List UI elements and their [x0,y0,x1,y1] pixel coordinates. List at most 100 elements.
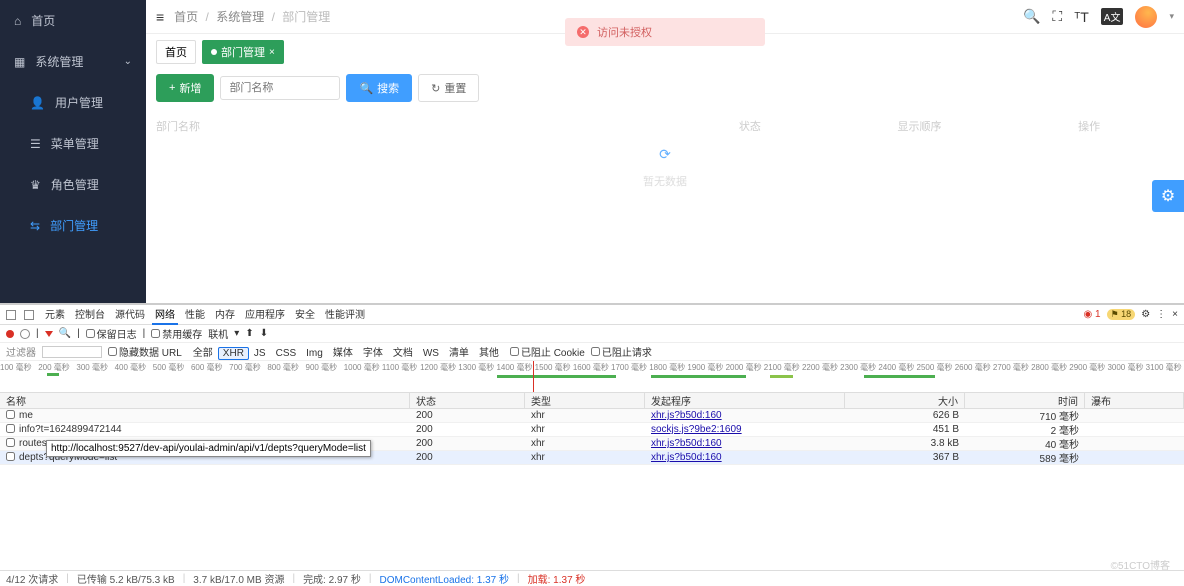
col-waterfall[interactable]: 瀑布 [1085,393,1184,408]
row-checkbox[interactable] [6,438,15,447]
more-icon[interactable]: ⋮ [1156,309,1166,320]
type-filter[interactable]: 文档 [388,347,418,360]
error-count-icon[interactable]: ◉ 1 [1084,309,1101,320]
sidebar-item-dept[interactable]: ⇆部门管理 [0,205,146,246]
type-filter[interactable]: Img [301,347,328,360]
settings-fab[interactable]: ⚙ [1152,180,1184,212]
reset-button[interactable]: ↻重置 [418,74,479,102]
devtools-header: 元素控制台源代码网络性能内存应用程序安全性能评测 ◉ 1 ⚑ 18 ⚙ ⋮ × [0,305,1184,325]
sidebar-item-menus[interactable]: ☰菜单管理 [0,123,146,164]
lang-icon[interactable]: A文 [1101,8,1124,25]
type-filter[interactable]: JS [249,347,271,360]
type-filter[interactable]: 全部 [188,347,218,360]
error-icon: ✕ [577,26,589,38]
clear-icon[interactable] [20,329,30,339]
issue-badge[interactable]: ⚑ 18 [1107,309,1136,320]
type-filter[interactable]: 媒体 [328,347,358,360]
search-label: 搜索 [377,80,399,96]
disable-cache-checkbox[interactable]: 禁用缓存 [151,326,202,341]
devtools-tab[interactable]: 应用程序 [242,304,288,325]
sidebar-item-label: 部门管理 [50,217,98,234]
tab-dept[interactable]: 部门管理 × [202,40,284,64]
col-size[interactable]: 大小 [845,393,965,408]
col-name[interactable]: 名称 [0,393,410,408]
dept-name-input[interactable] [220,76,340,100]
chevron-down-icon: ⌄ [124,56,132,67]
device-icon[interactable] [24,310,34,320]
col-status[interactable]: 状态 [410,393,525,408]
search-icon[interactable]: 🔍 [59,328,71,339]
record-icon[interactable] [6,330,14,338]
type-filter[interactable]: CSS [271,347,302,360]
network-columns: 名称 状态 类型 发起程序 大小 时间 瀑布 [0,393,1184,409]
type-filter[interactable]: WS [418,347,444,360]
type-filter[interactable]: XHR [218,347,249,360]
data-table: 部门名称 状态 显示顺序 操作 ⟳ 暂无数据 [146,110,1184,303]
type-filter[interactable]: 其他 [474,347,504,360]
search-button[interactable]: 🔍搜索 [346,74,412,102]
status-requests: 4/12 次请求 [6,571,58,586]
blocked-req-checkbox[interactable]: 已阻止请求 [591,344,652,359]
avatar[interactable] [1135,6,1157,28]
filter-icon[interactable] [45,331,53,337]
network-row[interactable]: info?t=1624899472144200xhrsockjs.js?9be2… [0,423,1184,437]
sidebar-system[interactable]: ▦ 系统管理 ⌄ [0,41,146,82]
empty-text: 暂无数据 [156,173,1174,189]
status-transferred: 已传输 5.2 kB/75.3 kB [77,571,175,586]
hide-data-url-checkbox[interactable]: 隐藏数据 URL [108,344,182,359]
blocked-cookie-checkbox[interactable]: 已阻止 Cookie [510,344,585,359]
bc-system[interactable]: 系统管理 [216,10,264,24]
bc-home[interactable]: 首页 [174,10,198,24]
close-icon[interactable]: × [269,47,275,58]
devtools-tab[interactable]: 内存 [212,304,238,325]
row-checkbox[interactable] [6,410,15,419]
preserve-log-checkbox[interactable]: 保留日志 [86,326,137,341]
search-icon[interactable]: 🔍 [1023,8,1040,25]
devtools-tab[interactable]: 源代码 [112,304,148,325]
devtools-status: 4/12 次请求| 已传输 5.2 kB/75.3 kB| 3.7 kB/17.… [0,570,1184,586]
devtools-tab[interactable]: 安全 [292,304,318,325]
sidebar: ⌂ 首页 ▦ 系统管理 ⌄ 👤用户管理 ☰菜单管理 ♛角色管理 ⇆部门管理 [0,0,146,303]
network-row[interactable]: me200xhrxhr.js?b50d:160626 B710 毫秒 [0,409,1184,423]
devtools-tab[interactable]: 控制台 [72,304,108,325]
tab-home[interactable]: 首页 [156,40,196,64]
sidebar-item-users[interactable]: 👤用户管理 [0,82,146,123]
toolbar: +新增 🔍搜索 ↻重置 [146,70,1184,110]
add-button[interactable]: +新增 [156,74,214,102]
list-icon: ☰ [30,137,41,151]
sidebar-item-label: 角色管理 [51,176,99,193]
col-initiator[interactable]: 发起程序 [645,393,845,408]
col-time[interactable]: 时间 [965,393,1085,408]
timeline[interactable]: 100 毫秒200 毫秒300 毫秒400 毫秒500 毫秒600 毫秒700 … [0,361,1184,393]
status-dcl: DOMContentLoaded: 1.37 秒 [379,571,509,586]
col-type[interactable]: 类型 [525,393,645,408]
row-checkbox[interactable] [6,424,15,433]
alert-text: 访问未授权 [597,24,652,40]
throttle-select[interactable]: 联机 [208,326,228,341]
add-label: 新增 [179,80,201,96]
filter-label: 过滤器 [6,344,36,359]
filter-input[interactable] [42,346,102,358]
status-finish: 完成: 2.97 秒 [303,571,361,586]
upload-icon[interactable]: ⬆ [245,328,253,339]
devtools-tab[interactable]: 性能 [182,304,208,325]
gear-icon[interactable]: ⚙ [1141,309,1150,320]
type-filter[interactable]: 字体 [358,347,388,360]
devtools-tab[interactable]: 性能评测 [322,304,368,325]
devtools-tab[interactable]: 网络 [152,304,178,325]
caret-down-icon[interactable]: ▾ [1169,11,1174,22]
fontsize-icon[interactable]: ᵀT [1074,9,1089,25]
row-checkbox[interactable] [6,452,15,461]
sidebar-item-roles[interactable]: ♛角色管理 [0,164,146,205]
sidebar-home-label: 首页 [31,12,55,29]
caret-down-icon[interactable]: ▾ [234,328,239,339]
hamburger-icon[interactable]: ≡ [156,9,164,25]
download-icon[interactable]: ⬇ [260,328,268,339]
sidebar-home[interactable]: ⌂ 首页 [0,0,146,41]
tab-label: 部门管理 [221,44,265,60]
fullscreen-icon[interactable]: ⛶ [1052,8,1062,25]
type-filter[interactable]: 清单 [444,347,474,360]
inspect-icon[interactable] [6,310,16,320]
devtools-tab[interactable]: 元素 [42,304,68,325]
close-icon[interactable]: × [1172,309,1178,320]
